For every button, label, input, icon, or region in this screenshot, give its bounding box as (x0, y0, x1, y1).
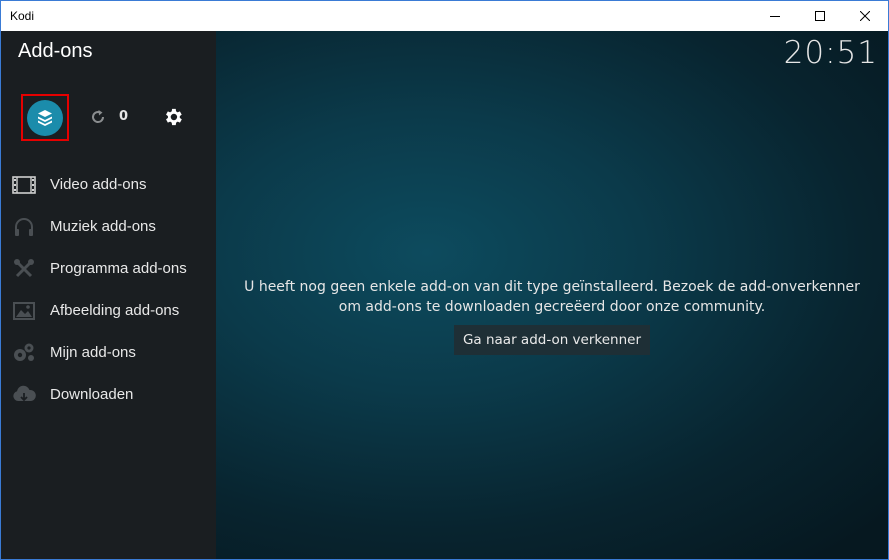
sidebar: Add-ons 0 Video add-ons Muziek add-ons P… (1, 31, 216, 559)
clock: 20:51 (783, 35, 878, 71)
open-box-icon (38, 110, 52, 126)
sidebar-toolbar: 0 (1, 91, 216, 143)
close-button[interactable] (842, 1, 887, 31)
sidebar-item-download[interactable]: Downloaden (1, 374, 216, 416)
sidebar-item-label: Afbeelding add-ons (50, 302, 180, 319)
sidebar-item-my-addons[interactable]: Mijn add-ons (1, 332, 216, 374)
sidebar-item-program-addons[interactable]: Programma add-ons (1, 248, 216, 290)
empty-state-message: U heeft nog geen enkele add-on van dit t… (216, 277, 888, 317)
minimize-button[interactable] (752, 1, 797, 31)
page-title: Add-ons (18, 40, 93, 62)
empty-state-line-2: om add-ons te downloaden gecreëerd door … (338, 299, 766, 315)
addon-category-menu: Video add-ons Muziek add-ons Programma a… (1, 164, 216, 416)
cloud-download-icon (12, 384, 36, 406)
maximize-button[interactable] (797, 1, 842, 31)
sidebar-item-label: Downloaden (50, 386, 134, 403)
go-to-addon-browser-button[interactable]: Ga naar add-on verkenner (454, 325, 650, 355)
sidebar-item-label: Mijn add-ons (50, 344, 136, 361)
title-bar: Kodi (1, 1, 888, 31)
sidebar-item-label: Muziek add-ons (50, 218, 156, 235)
gears-icon (12, 342, 36, 364)
minimize-icon (769, 16, 780, 17)
film-icon (12, 174, 36, 196)
sidebar-item-video-addons[interactable]: Video add-ons (1, 164, 216, 206)
gear-icon[interactable] (162, 106, 184, 128)
tools-icon (12, 258, 36, 280)
close-icon (859, 11, 870, 21)
addon-browser-button[interactable] (21, 94, 69, 141)
sidebar-item-picture-addons[interactable]: Afbeelding add-ons (1, 290, 216, 332)
window-title: Kodi (10, 9, 35, 23)
sidebar-item-label: Programma add-ons (50, 260, 187, 277)
headphones-icon (12, 216, 36, 238)
picture-icon (12, 300, 36, 322)
sidebar-item-music-addons[interactable]: Muziek add-ons (1, 206, 216, 248)
addon-browser-circle (27, 100, 63, 136)
kodi-app: Add-ons 0 Video add-ons Muziek add-ons P… (1, 31, 888, 559)
sidebar-item-label: Video add-ons (50, 176, 147, 193)
empty-state-line-1: U heeft nog geen enkele add-on van dit t… (244, 279, 860, 295)
maximize-icon (814, 11, 825, 21)
update-count: 0 (119, 109, 129, 124)
kodi-window: Kodi Add-ons 0 Video add-ons Muziek add-… (0, 0, 889, 560)
refresh-icon[interactable] (89, 108, 107, 126)
